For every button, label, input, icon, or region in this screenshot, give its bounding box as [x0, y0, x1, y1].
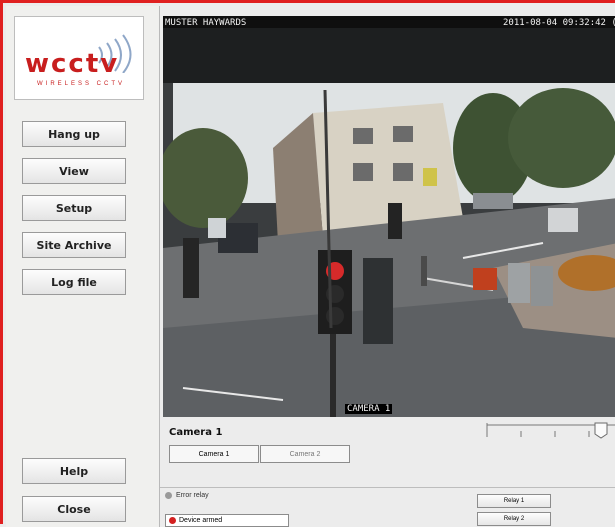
live-video-feed[interactable]: MUSTER HAYWARDS 2011-08-04 09:32:42 (00 … [163, 16, 615, 417]
logo-brand: wcctv [25, 49, 120, 79]
device-armed-label: Device armed [179, 517, 223, 524]
error-relay-indicator: Error relay [165, 492, 209, 499]
divider [160, 487, 615, 488]
camera-title: Camera 1 [169, 427, 223, 438]
tab-camera-1[interactable]: Camera 1 [169, 445, 259, 463]
error-relay-status-icon [165, 492, 172, 499]
hang-up-button[interactable]: Hang up [22, 121, 126, 147]
device-armed-status-icon [169, 517, 176, 524]
app-window: wcctv WIRELESS CCTV Hang up View Setup S… [0, 0, 615, 527]
site-name-overlay: MUSTER HAYWARDS [165, 18, 247, 28]
sidebar: wcctv WIRELESS CCTV Hang up View Setup S… [6, 6, 160, 527]
close-button[interactable]: Close [22, 496, 126, 522]
error-relay-label: Error relay [176, 492, 209, 499]
setup-button[interactable]: Setup [22, 195, 126, 221]
view-button[interactable]: View [22, 158, 126, 184]
device-armed-indicator: Device armed [165, 514, 289, 527]
site-archive-button[interactable]: Site Archive [22, 232, 126, 258]
street-scene-image [163, 28, 615, 417]
help-button[interactable]: Help [22, 458, 126, 484]
zoom-slider[interactable] [483, 421, 615, 439]
camera-name-overlay: CAMERA 1 [345, 404, 393, 414]
wcctv-logo: wcctv WIRELESS CCTV [14, 16, 144, 100]
tab-camera-2[interactable]: Camera 2 [260, 445, 350, 463]
timestamp-overlay: 2011-08-04 09:32:42 (00 [503, 18, 615, 28]
logo-tagline: WIRELESS CCTV [37, 81, 126, 87]
log-file-button[interactable]: Log file [22, 269, 126, 295]
relay-1-button[interactable]: Relay 1 [477, 494, 551, 508]
